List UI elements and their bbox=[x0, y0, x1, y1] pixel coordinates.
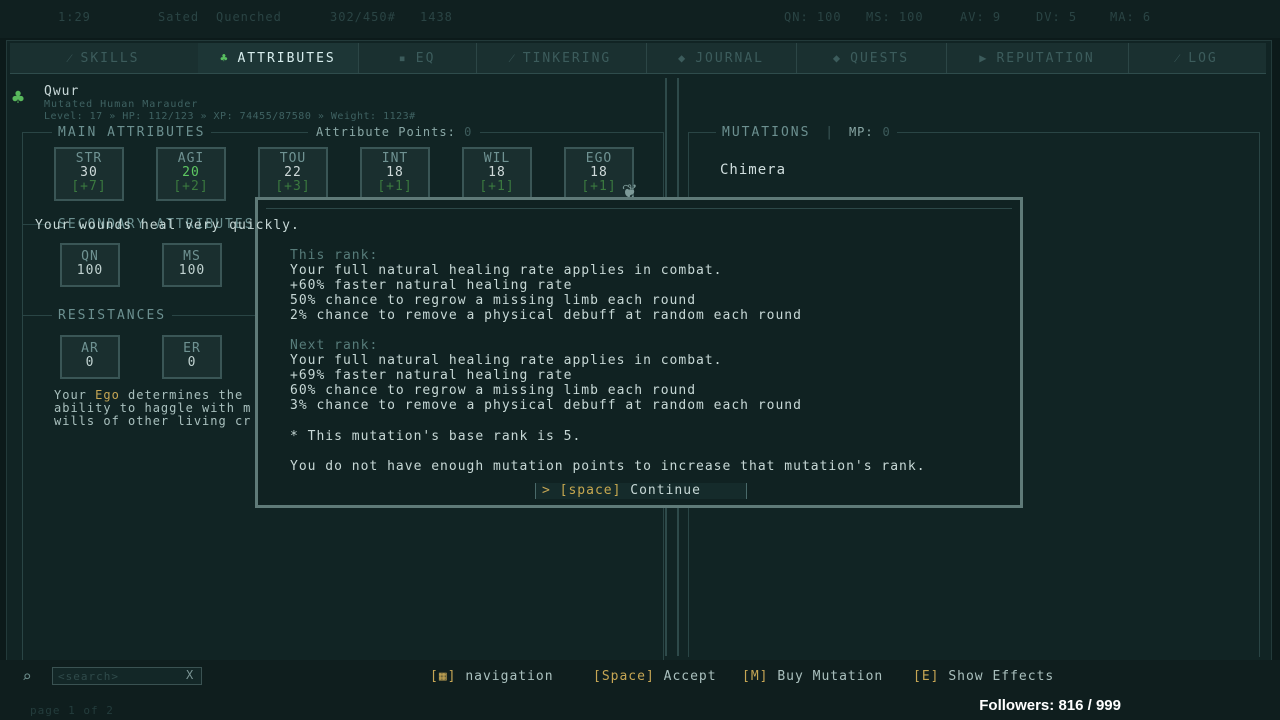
money-count: 1438 bbox=[420, 10, 453, 24]
continue-button[interactable]: > [space] Continue bbox=[535, 483, 747, 499]
time-readout: 1:29 bbox=[58, 10, 91, 24]
av-readout: AV: 9 bbox=[960, 10, 1002, 24]
armor-icon: ▪ bbox=[398, 51, 408, 65]
dialog-intro: Your wounds heal very quickly. bbox=[35, 218, 300, 233]
tab-tinkering[interactable]: ⁄ TINKERING bbox=[476, 43, 647, 73]
ma-readout: MA: 6 bbox=[1110, 10, 1152, 24]
search-input[interactable]: <search> bbox=[52, 667, 202, 685]
attribute-int[interactable]: INT 18 [+1] bbox=[360, 147, 430, 201]
insufficient-points-warning: You do not have enough mutation points t… bbox=[290, 459, 926, 474]
accept-hint[interactable]: [Space] Accept bbox=[593, 669, 717, 684]
next-rank-line: 60% chance to regrow a missing limb each… bbox=[290, 383, 697, 398]
attribute-description: Your Ego determines the ability to haggl… bbox=[54, 388, 252, 428]
tab-bar: ⁄ SKILLS ♣ ATTRIBUTES ▪ EQ ⁄ TINKERING ◆ JOUR… bbox=[10, 43, 1266, 74]
mutation-item-chimera[interactable]: Chimera bbox=[720, 162, 786, 178]
tab-eq[interactable]: ▪ EQ bbox=[358, 43, 477, 73]
character-avatar: ♣ bbox=[12, 85, 26, 109]
next-rank-label: Next rank: bbox=[290, 338, 379, 353]
attribute-tou[interactable]: TOU 22 [+3] bbox=[258, 147, 328, 201]
main-attributes-header: MAIN ATTRIBUTES bbox=[52, 125, 212, 140]
base-rank-note: * This mutation's base rank is 5. bbox=[290, 429, 582, 444]
dv-readout: DV: 5 bbox=[1036, 10, 1078, 24]
this-rank-label: This rank: bbox=[290, 248, 379, 263]
secondary-ms[interactable]: MS 100 bbox=[162, 243, 222, 287]
resistances-header: RESISTANCES bbox=[52, 308, 173, 323]
ms-readout: MS: 100 bbox=[866, 10, 924, 24]
resistance-er[interactable]: ER 0 bbox=[162, 335, 222, 379]
this-rank-line: Your full natural healing rate applies i… bbox=[290, 263, 723, 278]
character-name: Qwur bbox=[44, 84, 80, 99]
this-rank-line: +60% faster natural healing rate bbox=[290, 278, 573, 293]
next-rank-line: Your full natural healing rate applies i… bbox=[290, 353, 723, 368]
carry-weight: 302/450# bbox=[330, 10, 396, 24]
buy-mutation-hint[interactable]: [M] Buy Mutation bbox=[742, 669, 883, 684]
person-icon: ♣ bbox=[220, 51, 230, 65]
scroll-icon: ◆ bbox=[832, 51, 843, 65]
dpad-icon: [▦] bbox=[430, 669, 457, 684]
hunger-status: Sated bbox=[158, 10, 200, 24]
character-stats-line: Level: 17 » HP: 112/123 » XP: 74455/8758… bbox=[44, 111, 416, 122]
clear-search-button[interactable]: X bbox=[186, 668, 194, 682]
resistance-ar[interactable]: AR 0 bbox=[60, 335, 120, 379]
navigation-hint: [▦] navigation bbox=[430, 669, 554, 684]
this-rank-line: 50% chance to regrow a missing limb each… bbox=[290, 293, 697, 308]
character-subtitle: Mutated Human Marauder bbox=[44, 99, 199, 110]
tab-journal[interactable]: ◆ JOURNAL bbox=[646, 43, 797, 73]
show-effects-hint[interactable]: [E] Show Effects bbox=[913, 669, 1054, 684]
tab-reputation[interactable]: ▶ REPUTATION bbox=[946, 43, 1129, 73]
tab-log[interactable]: ⁄ LOG bbox=[1128, 43, 1266, 73]
attribute-str[interactable]: STR 30 [+7] bbox=[54, 147, 124, 201]
attribute-agi[interactable]: AGI 20 [+2] bbox=[156, 147, 226, 201]
quill-icon: ⁄ bbox=[1176, 51, 1181, 65]
secondary-qn[interactable]: QN 100 bbox=[60, 243, 120, 287]
tab-skills[interactable]: ⁄ SKILLS bbox=[10, 43, 199, 73]
tools-icon: ⁄ bbox=[510, 51, 515, 65]
tab-quests[interactable]: ◆ QUESTS bbox=[796, 43, 947, 73]
mutations-header: MUTATIONS | MP: 0 bbox=[716, 125, 897, 140]
attribute-points: Attribute Points: 0 bbox=[308, 125, 481, 139]
qn-readout: QN: 100 bbox=[784, 10, 842, 24]
followers-overlay: Followers: 816 / 999 bbox=[979, 697, 1121, 714]
book-icon: ◆ bbox=[677, 51, 688, 65]
flag-icon: ▶ bbox=[979, 51, 989, 65]
next-rank-line: +69% faster natural healing rate bbox=[290, 368, 573, 383]
sword-icon: ⁄ bbox=[68, 51, 73, 65]
next-rank-line: 3% chance to remove a physical debuff at… bbox=[290, 398, 802, 413]
page-indicator: page 1 of 2 bbox=[30, 704, 114, 717]
tab-attributes[interactable]: ♣ ATTRIBUTES bbox=[198, 43, 359, 73]
thirst-status: Quenched bbox=[216, 10, 282, 24]
status-bar: 1:29 Sated Quenched 302/450# 1438 QN: 10… bbox=[0, 0, 1280, 38]
attribute-wil[interactable]: WIL 18 [+1] bbox=[462, 147, 532, 201]
search-icon: ⌕ bbox=[22, 667, 33, 686]
this-rank-line: 2% chance to remove a physical debuff at… bbox=[290, 308, 802, 323]
